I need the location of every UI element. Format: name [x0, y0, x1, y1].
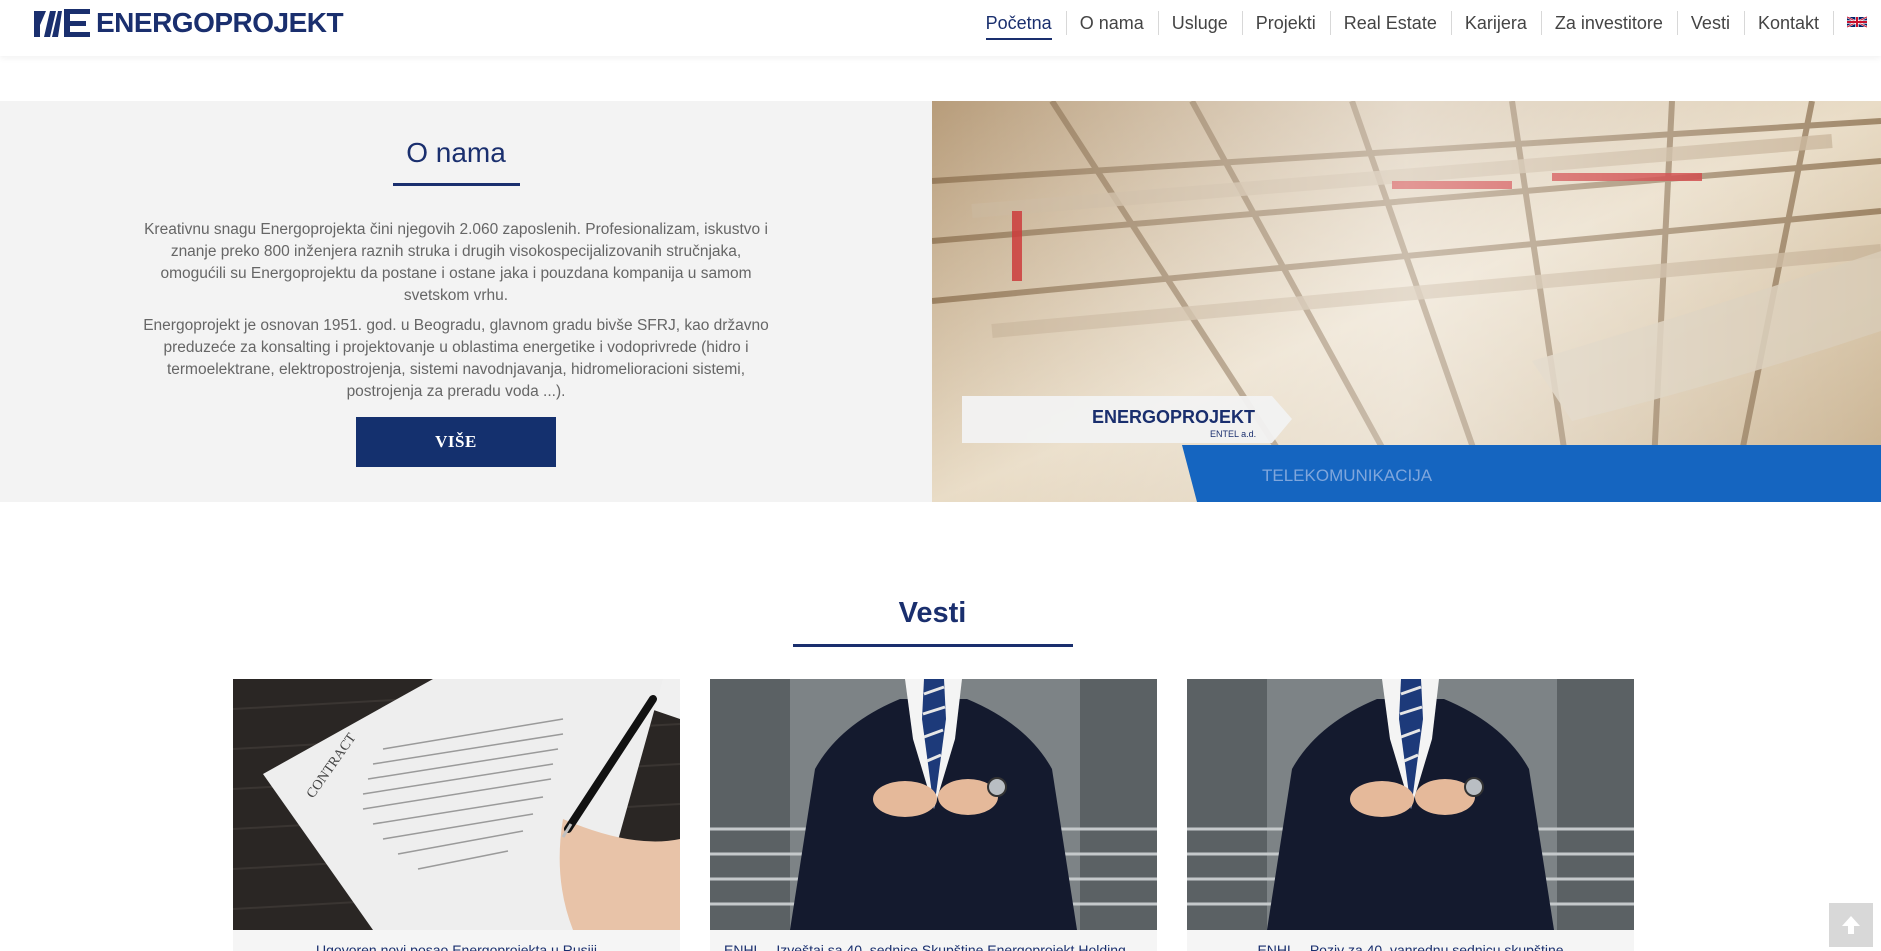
nav-item-vesti[interactable]: Vesti [1676, 0, 1744, 46]
nav-active-underline [985, 38, 1052, 40]
nav-label: Real Estate [1343, 13, 1437, 33]
hero-banner-text: TELEKOMUNIKACIJA [1262, 466, 1433, 485]
nav-item-usluge[interactable]: Usluge [1157, 0, 1242, 46]
hero-image: ENERGOPROJEKT ENTEL a.d. TELEKOMUNIKACIJ… [932, 101, 1881, 502]
nav-item-language[interactable] [1833, 0, 1881, 46]
site-header: ENERGOPROJEKT Početna O nama Usluge Proj… [0, 0, 1881, 56]
about-paragraph-2: Energoprojekt je osnovan 1951. god. u Be… [143, 317, 769, 400]
hero-sign-subtext: ENTEL a.d. [1210, 429, 1256, 439]
news-card[interactable]: ENHL – Izveštaj sa 40. sednice Skupštine… [710, 679, 1157, 951]
nav-label: O nama [1079, 13, 1144, 33]
about-text: Kreativnu snagu Energoprojekta čini njeg… [140, 219, 772, 411]
scroll-to-top-button[interactable] [1829, 903, 1873, 947]
main-nav: Početna O nama Usluge Projekti Real Esta… [972, 0, 1881, 46]
news-caption[interactable]: ENHL – Izveštaj sa 40. sednice Skupštine… [710, 942, 1157, 951]
about-section: O nama Kreativnu snagu Energoprojekta či… [0, 101, 932, 502]
arrow-up-icon [1842, 916, 1860, 934]
nav-label: Početna [985, 13, 1052, 33]
news-caption[interactable]: Ugovoren novi posao Energoprojekta u Rus… [233, 942, 680, 951]
logo-text: ENERGOPROJEKT [96, 7, 344, 38]
businessman-image [1187, 679, 1634, 930]
nav-label: Vesti [1690, 13, 1730, 33]
nav-label: Projekti [1255, 13, 1316, 33]
about-title-underline [393, 183, 520, 186]
nav-item-o-nama[interactable]: O nama [1065, 0, 1158, 46]
businessman-image [710, 679, 1157, 930]
nav-label: Karijera [1464, 13, 1527, 33]
hero-sign-text: ENERGOPROJEKT [1092, 407, 1255, 427]
nav-item-karijera[interactable]: Karijera [1450, 0, 1541, 46]
about-title: O nama [406, 137, 506, 168]
nav-label: Usluge [1171, 13, 1228, 33]
contract-signing-image: CONTRACT [233, 679, 680, 930]
news-caption[interactable]: ENHL – Poziv za 40. vanrednu sednicu sku… [1187, 942, 1634, 951]
energoprojekt-logo[interactable]: ENERGOPROJEKT [32, 7, 344, 39]
uk-flag-icon [1847, 16, 1867, 29]
nav-item-za-investitore[interactable]: Za investitore [1540, 0, 1677, 46]
nav-item-real-estate[interactable]: Real Estate [1329, 0, 1451, 46]
news-card[interactable]: CONTRACT Ugovoren novi posao Energoproje… [233, 679, 680, 951]
news-card[interactable]: ENHL – Poziv za 40. vanrednu sednicu sku… [1187, 679, 1634, 951]
industrial-plant-image: ENERGOPROJEKT ENTEL a.d. TELEKOMUNIKACIJ… [932, 101, 1881, 502]
nav-item-pocetna[interactable]: Početna [972, 0, 1066, 46]
nav-label: Za investitore [1554, 13, 1663, 33]
logo-mark-icon [32, 9, 90, 37]
more-button[interactable]: VIŠE [356, 417, 556, 467]
nav-item-kontakt[interactable]: Kontakt [1743, 0, 1833, 46]
news-title-underline [793, 644, 1073, 647]
about-paragraph-1: Kreativnu snagu Energoprojekta čini njeg… [144, 221, 768, 304]
news-title: Vesti [898, 597, 967, 629]
nav-label: Kontakt [1757, 13, 1819, 33]
nav-item-projekti[interactable]: Projekti [1241, 0, 1330, 46]
